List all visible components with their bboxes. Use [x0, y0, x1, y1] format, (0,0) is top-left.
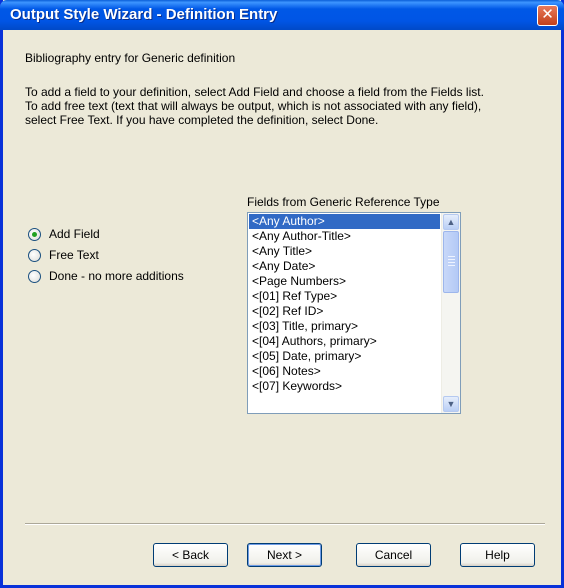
instructions-text: To add a field to your definition, selec… [25, 85, 484, 127]
list-item[interactable]: <Page Numbers> [249, 274, 440, 289]
grip-line [448, 256, 455, 257]
list-item[interactable]: <[03] Title, primary> [249, 319, 440, 334]
scroll-down-button[interactable]: ▼ [443, 396, 459, 412]
title-bar[interactable]: Output Style Wizard - Definition Entry ✕ [0, 0, 564, 30]
up-arrow-icon: ▲ [446, 217, 456, 227]
radio-done[interactable]: Done - no more additions [28, 268, 184, 284]
list-item[interactable]: <[05] Date, primary> [249, 349, 440, 364]
grip-line [448, 262, 455, 263]
scroll-up-button[interactable]: ▲ [443, 214, 459, 230]
vertical-scrollbar[interactable]: ▲ ▼ [441, 213, 460, 413]
back-button[interactable]: < Back [153, 543, 228, 567]
window-title: Output Style Wizard - Definition Entry [10, 6, 278, 23]
radio-label: Free Text [49, 248, 99, 262]
help-button[interactable]: Help [460, 543, 535, 567]
radio-button[interactable] [28, 269, 41, 283]
scroll-thumb[interactable] [443, 231, 459, 293]
radio-label: Add Field [49, 227, 100, 241]
list-item[interactable]: <[07] Keywords> [249, 379, 440, 394]
radio-button[interactable] [28, 248, 41, 262]
list-item[interactable]: <Any Author-Title> [249, 229, 440, 244]
list-item[interactable]: <[06] Notes> [249, 364, 440, 379]
list-item[interactable]: <[04] Authors, primary> [249, 334, 440, 349]
grip-line [448, 259, 455, 260]
fields-list-items: <Any Author> <Any Author-Title> <Any Title… [249, 214, 440, 394]
fields-list-label: Fields from Generic Reference Type [247, 195, 440, 209]
cancel-button[interactable]: Cancel [356, 543, 431, 567]
intro-text: Bibliography entry for Generic definitio… [25, 51, 236, 65]
list-item[interactable]: <[01] Ref Type> [249, 289, 440, 304]
grip-line [448, 265, 455, 266]
radio-add-field[interactable]: Add Field [28, 226, 100, 242]
close-icon: ✕ [541, 6, 554, 23]
fields-listbox[interactable]: <Any Author> <Any Author-Title> <Any Title… [247, 212, 461, 414]
button-separator [25, 523, 545, 525]
close-button[interactable]: ✕ [537, 5, 558, 26]
next-button[interactable]: Next > [247, 543, 322, 567]
list-item[interactable]: <Any Title> [249, 244, 440, 259]
radio-label: Done - no more additions [49, 269, 184, 283]
list-item[interactable]: <[02] Ref ID> [249, 304, 440, 319]
list-item[interactable]: <Any Date> [249, 259, 440, 274]
radio-free-text[interactable]: Free Text [28, 247, 99, 263]
radio-button[interactable] [28, 227, 41, 241]
wizard-dialog: Output Style Wizard - Definition Entry ✕… [0, 0, 564, 588]
list-item[interactable]: <Any Author> [249, 214, 440, 229]
down-arrow-icon: ▼ [446, 399, 456, 409]
